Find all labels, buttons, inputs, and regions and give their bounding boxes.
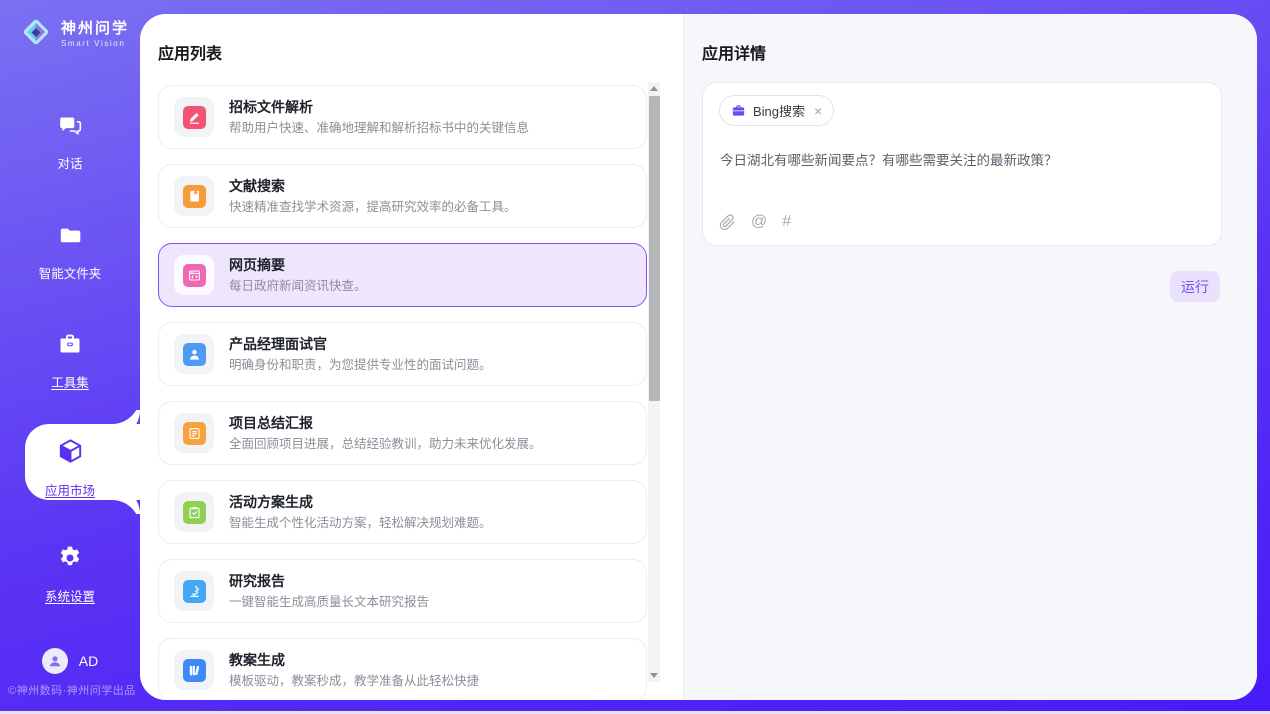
app-icon-tile: [174, 97, 214, 137]
app-card-pm-interviewer[interactable]: 产品经理面试官 明确身份和职责，为您提供专业性的面试问题。: [158, 322, 647, 386]
app-list-title: 应用列表: [158, 40, 222, 64]
app-name: 网页摘要: [229, 258, 367, 272]
sidebar-item-app-market[interactable]: 应用市场: [0, 437, 140, 499]
app-detail-panel: 应用详情 Bing搜索 × 今日湖北有哪些新闻要点？有哪些需要关注的最新政策？: [683, 14, 1257, 700]
app-card-bid-document-analysis[interactable]: 招标文件解析 帮助用户快速、准确地理解和解析招标书中的关键信息: [158, 85, 647, 149]
app-desc: 明确身份和职责，为您提供专业性的面试问题。: [229, 359, 492, 372]
sidebar: 神州问学 Smart Vision 对话 智能文件夹 工具集: [0, 0, 140, 714]
hashtag-icon[interactable]: #: [782, 213, 791, 231]
mention-at-icon[interactable]: @: [751, 213, 767, 231]
sidebar-item-settings[interactable]: 系统设置: [0, 544, 140, 605]
sidebar-item-smart-folder[interactable]: 智能文件夹: [0, 222, 140, 282]
sidebar-item-label: 对话: [57, 153, 82, 172]
app-name: 教案生成: [229, 653, 479, 667]
diamond-logo-icon: [18, 14, 54, 55]
tool-tag-label: Bing搜索: [753, 101, 805, 120]
scrollbar-thumb[interactable]: [649, 96, 660, 401]
main-container: 应用列表 招标文件解析 帮助用户快速、准确地理解和解析招标书中的关键信息: [140, 14, 1257, 700]
clipboard-check-icon: [183, 501, 206, 524]
app-card-event-plan[interactable]: 活动方案生成 智能生成个性化活动方案，轻松解决规划难题。: [158, 480, 647, 544]
app-name: 招标文件解析: [229, 100, 529, 114]
app-card-lesson-plan[interactable]: 教案生成 模板驱动，教案秒成，教学准备从此轻松快捷: [158, 638, 647, 700]
app-card-literature-search[interactable]: 文献搜索 快速精准查找学术资源，提高研究效率的必备工具。: [158, 164, 647, 228]
app-icon-tile: [174, 413, 214, 453]
chat-bubble-icon: [57, 112, 84, 144]
app-name: 项目总结汇报: [229, 416, 542, 430]
app-list-scrollbar[interactable]: [648, 82, 660, 682]
sidebar-item-label: 应用市场: [45, 480, 95, 499]
app-name: 文献搜索: [229, 179, 517, 193]
microscope-icon: [183, 580, 206, 603]
toolbox-icon: [56, 330, 84, 363]
app-desc: 快速精准查找学术资源，提高研究效率的必备工具。: [229, 201, 517, 214]
brand-subtitle: Smart Vision: [61, 39, 129, 48]
app-list-panel: 应用列表 招标文件解析 帮助用户快速、准确地理解和解析招标书中的关键信息: [140, 14, 683, 700]
brand-logo: 神州问学 Smart Vision: [18, 14, 129, 55]
sidebar-item-label: 系统设置: [45, 586, 95, 605]
app-desc: 每日政府新闻资讯快查。: [229, 280, 367, 293]
paperclip-icon[interactable]: [719, 214, 736, 231]
sidebar-item-chat[interactable]: 对话: [0, 112, 140, 172]
app-name: 活动方案生成: [229, 495, 492, 509]
user-account: AD: [0, 648, 140, 674]
note-icon: [183, 422, 206, 445]
pen-square-icon: [183, 106, 206, 129]
sidebar-item-toolset[interactable]: 工具集: [0, 330, 140, 391]
app-desc: 模板驱动，教案秒成，教学准备从此轻松快捷: [229, 675, 479, 688]
app-desc: 智能生成个性化活动方案，轻松解决规划难题。: [229, 517, 492, 530]
app-card-research-report[interactable]: 研究报告 一键智能生成高质量长文本研究报告: [158, 559, 647, 623]
app-card-project-summary[interactable]: 项目总结汇报 全面回顾项目进展，总结经验教训，助力未来优化发展。: [158, 401, 647, 465]
cube-icon: [56, 437, 85, 471]
app-icon-tile: [174, 650, 214, 690]
app-icon-tile: [174, 255, 214, 295]
scroll-up-arrow-icon[interactable]: [650, 86, 658, 91]
folder-icon: [57, 222, 84, 254]
app-icon-tile: [174, 176, 214, 216]
book-icon: [183, 185, 206, 208]
app-name: 研究报告: [229, 574, 429, 588]
query-text[interactable]: 今日湖北有哪些新闻要点？有哪些需要关注的最新政策？: [720, 149, 1058, 169]
app-icon-tile: [174, 492, 214, 532]
scroll-down-arrow-icon[interactable]: [650, 673, 658, 678]
app-card-webpage-summary[interactable]: 网页摘要 每日政府新闻资讯快查。: [158, 243, 647, 307]
app-name: 产品经理面试官: [229, 337, 492, 351]
app-detail-title: 应用详情: [702, 40, 766, 64]
browser-code-icon: [183, 264, 206, 287]
close-icon[interactable]: ×: [814, 104, 822, 118]
query-input-area[interactable]: Bing搜索 × 今日湖北有哪些新闻要点？有哪些需要关注的最新政策？ @ #: [702, 82, 1222, 246]
books-icon: [183, 659, 206, 682]
user-initials: AD: [79, 653, 98, 669]
brand-name: 神州问学: [61, 21, 129, 38]
tool-tag-bing-search[interactable]: Bing搜索 ×: [719, 95, 834, 126]
app-desc: 全面回顾项目进展，总结经验教训，助力未来优化发展。: [229, 438, 542, 451]
app-desc: 一键智能生成高质量长文本研究报告: [229, 596, 429, 609]
sidebar-item-label: 工具集: [51, 372, 89, 391]
app-cards: 招标文件解析 帮助用户快速、准确地理解和解析招标书中的关键信息 文献搜索 快速精…: [158, 85, 647, 700]
gear-icon: [56, 544, 84, 577]
avatar[interactable]: [42, 648, 68, 674]
app-desc: 帮助用户快速、准确地理解和解析招标书中的关键信息: [229, 122, 529, 135]
person-icon: [183, 343, 206, 366]
run-button[interactable]: 运行: [1170, 271, 1220, 302]
copyright-footer: ©神州数码·神州问学出品: [8, 682, 136, 698]
app-icon-tile: [174, 571, 214, 611]
sidebar-item-label: 智能文件夹: [39, 263, 102, 282]
app-icon-tile: [174, 334, 214, 374]
attachment-toolbar: @ #: [719, 213, 791, 231]
briefcase-icon: [731, 103, 746, 118]
